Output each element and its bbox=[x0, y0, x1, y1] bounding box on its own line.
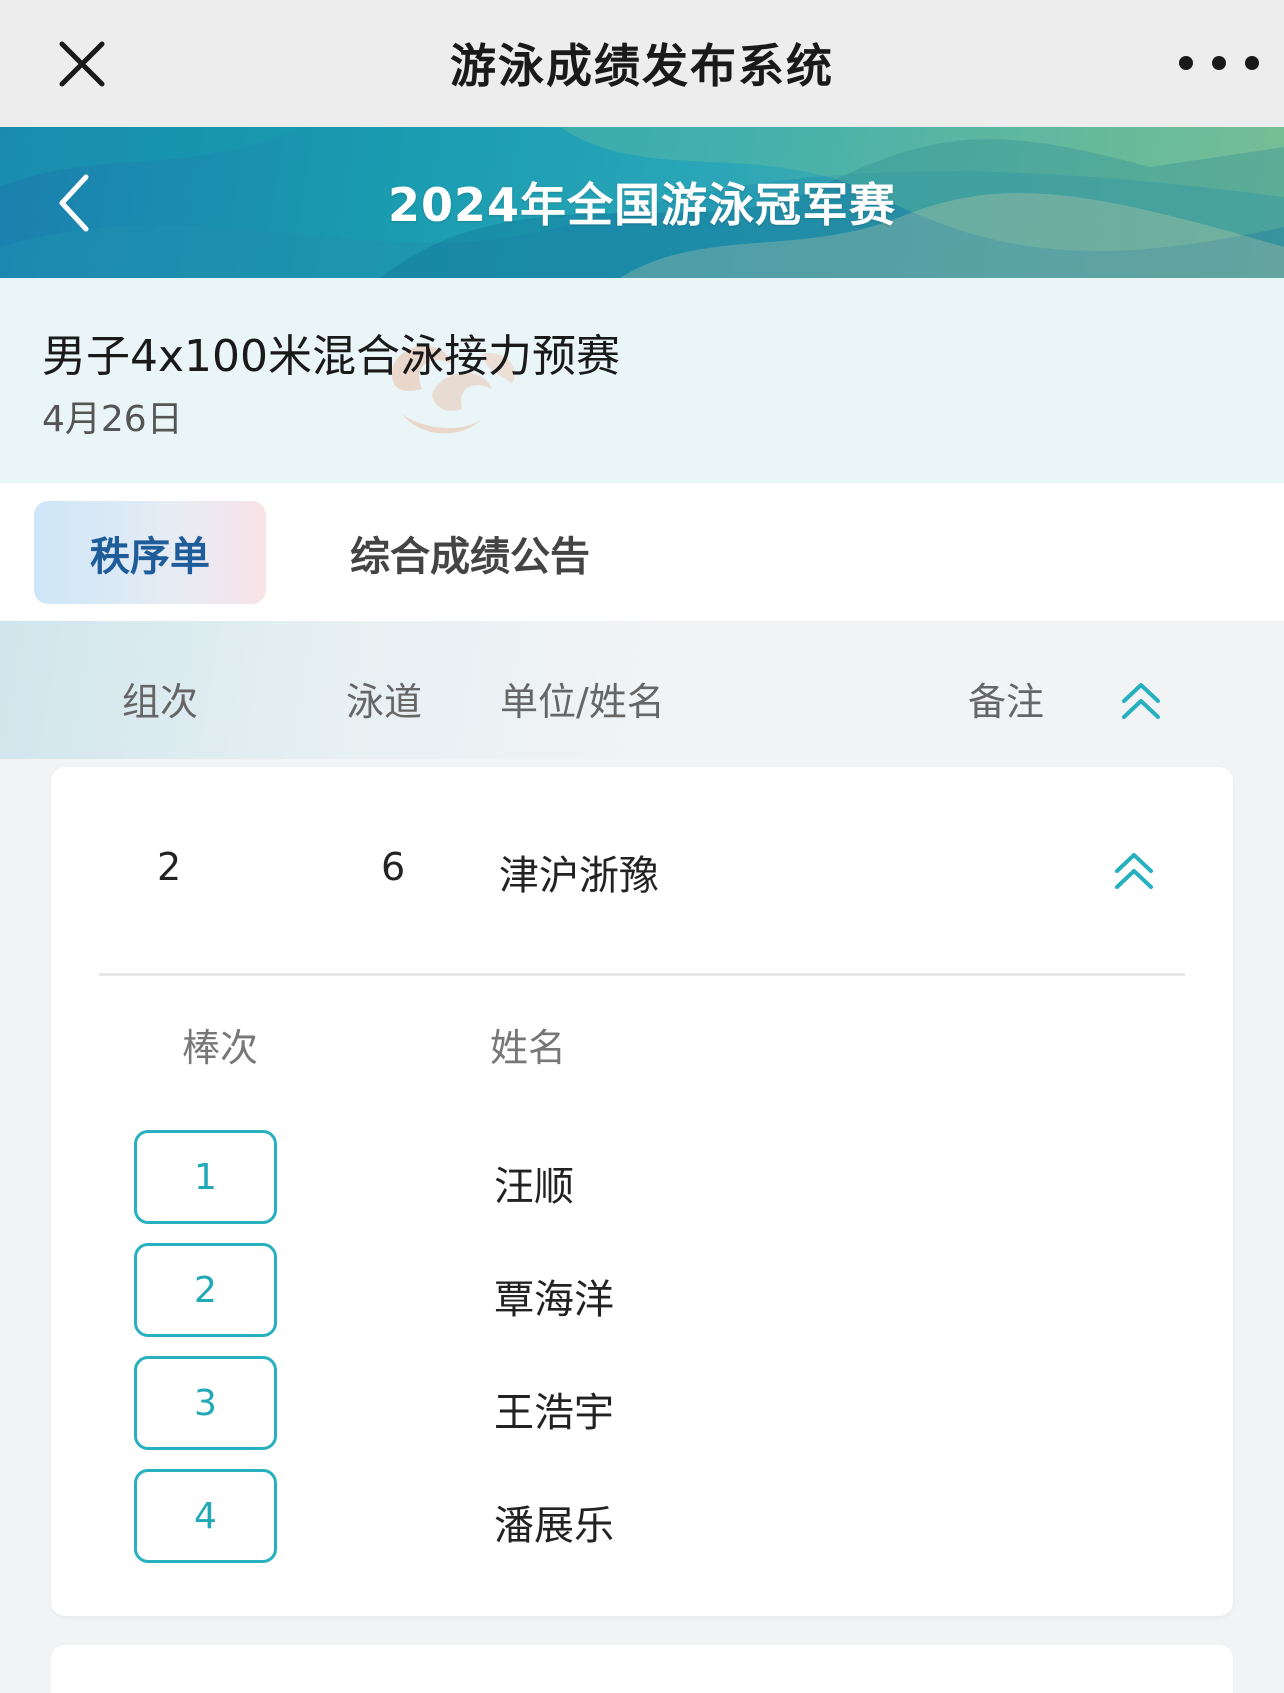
event-header: 男子4x100米混合泳接力预赛 4月26日 bbox=[0, 278, 1284, 483]
competition-title: 2024年全国游泳冠军赛 bbox=[387, 178, 897, 232]
competition-banner: 2024年全国游泳冠军赛 bbox=[0, 127, 1284, 278]
event-date: 4月26日 bbox=[42, 399, 183, 440]
divider bbox=[99, 973, 1185, 976]
event-name: 男子4x100米混合泳接力预赛 bbox=[42, 331, 621, 382]
tab-results-bulletin[interactable]: 综合成绩公告 bbox=[350, 501, 590, 604]
entry-card-next[interactable] bbox=[51, 1645, 1233, 1693]
more-dots-icon[interactable] bbox=[1176, 48, 1262, 78]
swimmer-name: 汪顺 bbox=[494, 1164, 574, 1210]
col-remark: 备注 bbox=[968, 680, 1045, 724]
leg-number-badge: 4 bbox=[134, 1469, 277, 1563]
table-header: 组次 泳道 单位/姓名 备注 bbox=[0, 621, 1284, 759]
sub-col-name: 姓名 bbox=[490, 1026, 567, 1070]
tab-bar: 秩序单 综合成绩公告 bbox=[0, 483, 1284, 621]
entry-lane: 6 bbox=[381, 845, 406, 889]
col-group: 组次 bbox=[122, 680, 199, 724]
col-lane: 泳道 bbox=[346, 680, 423, 724]
leg-number-badge: 1 bbox=[134, 1130, 277, 1224]
tab-start-list[interactable]: 秩序单 bbox=[34, 501, 266, 604]
swimmer-name: 王浩宇 bbox=[494, 1390, 614, 1436]
double-chevron-up-icon[interactable] bbox=[1111, 851, 1157, 891]
swimmer-name: 覃海洋 bbox=[494, 1277, 614, 1323]
leg-number-badge: 2 bbox=[134, 1243, 277, 1337]
double-chevron-up-icon[interactable] bbox=[1118, 681, 1164, 721]
entry-group: 2 bbox=[157, 845, 182, 889]
app-title: 游泳成绩发布系统 bbox=[450, 39, 834, 93]
entry-card: 2 6 津沪浙豫 棒次 姓名 1 汪顺 2 覃海洋 3 王浩宇 4 潘展乐 bbox=[51, 767, 1233, 1616]
leg-number-badge: 3 bbox=[134, 1356, 277, 1450]
app-bar: 游泳成绩发布系统 bbox=[0, 0, 1284, 127]
swimmer-name: 潘展乐 bbox=[494, 1503, 614, 1549]
entry-team: 津沪浙豫 bbox=[499, 853, 659, 899]
col-unit-name: 单位/姓名 bbox=[500, 680, 665, 724]
sub-col-leg: 棒次 bbox=[182, 1026, 259, 1070]
